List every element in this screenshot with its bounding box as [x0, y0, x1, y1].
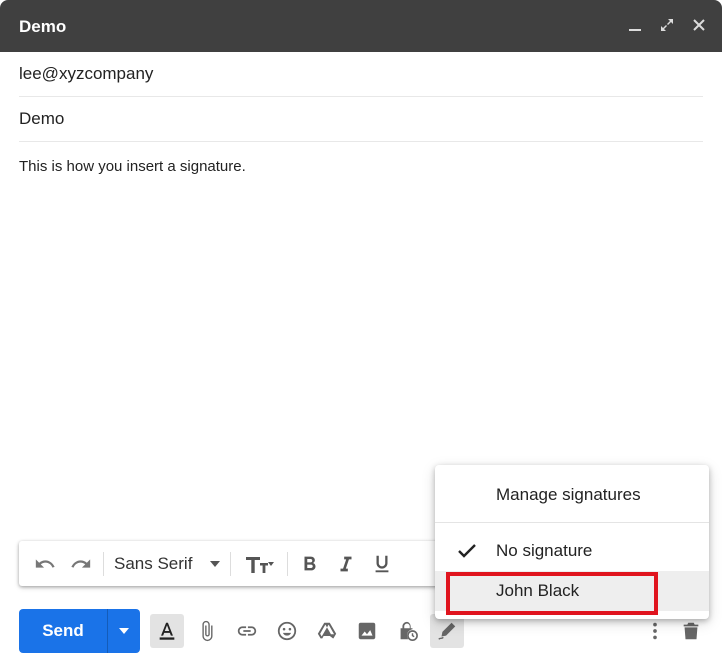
to-value: lee@xyzcompany	[19, 64, 154, 83]
photo-icon[interactable]	[350, 614, 384, 648]
signature-option-john-black[interactable]: John Black	[435, 571, 709, 611]
compose-titlebar[interactable]: Demo	[0, 0, 722, 52]
close-icon[interactable]	[690, 16, 708, 34]
confidential-icon[interactable]	[390, 614, 424, 648]
send-button[interactable]: Send	[19, 609, 107, 653]
signature-icon[interactable]	[430, 614, 464, 648]
window-controls	[626, 16, 708, 34]
chevron-down-icon	[210, 560, 221, 567]
menu-divider	[435, 522, 709, 523]
compose-title: Demo	[19, 17, 67, 36]
subject-field[interactable]: Demo	[19, 97, 703, 142]
send-button-group: Send	[19, 609, 140, 653]
italic-icon[interactable]	[328, 546, 364, 582]
subject-value: Demo	[19, 109, 65, 128]
font-family-value: Sans Serif	[114, 553, 193, 573]
to-field[interactable]: lee@xyzcompany	[19, 52, 703, 97]
signature-menu: Manage signatures No signature John Blac…	[435, 465, 709, 619]
bold-icon[interactable]	[292, 546, 328, 582]
drive-icon[interactable]	[310, 614, 344, 648]
toolbar-divider	[103, 551, 104, 576]
signature-option-label: John Black	[496, 581, 580, 600]
message-body[interactable]: This is how you insert a signature.	[19, 158, 246, 175]
toolbar-divider	[230, 551, 232, 576]
expand-icon[interactable]	[658, 16, 676, 34]
signature-option-none[interactable]: No signature	[435, 531, 709, 571]
formatting-icon[interactable]	[150, 614, 184, 648]
minimize-icon[interactable]	[626, 16, 644, 34]
chevron-down-icon	[119, 628, 129, 634]
link-icon[interactable]	[230, 614, 264, 648]
attach-icon[interactable]	[190, 614, 224, 648]
emoji-icon[interactable]	[270, 614, 304, 648]
font-family-select[interactable]: Sans Serif	[108, 546, 226, 582]
underline-icon[interactable]	[364, 546, 400, 582]
manage-signatures-item[interactable]: Manage signatures	[435, 475, 709, 515]
redo-icon[interactable]	[63, 546, 99, 582]
check-icon	[458, 544, 476, 558]
toolbar-divider	[287, 551, 289, 576]
undo-icon[interactable]	[27, 546, 63, 582]
text-size-icon[interactable]	[235, 546, 283, 582]
trash-icon[interactable]	[674, 614, 708, 648]
send-options-button[interactable]	[108, 609, 140, 653]
signature-option-label: No signature	[496, 541, 593, 560]
more-options-icon[interactable]	[638, 614, 672, 648]
formatting-toolbar: Sans Serif	[19, 541, 459, 586]
compose-window: Demo lee@xyzcompany Demo This is how you…	[0, 0, 722, 670]
